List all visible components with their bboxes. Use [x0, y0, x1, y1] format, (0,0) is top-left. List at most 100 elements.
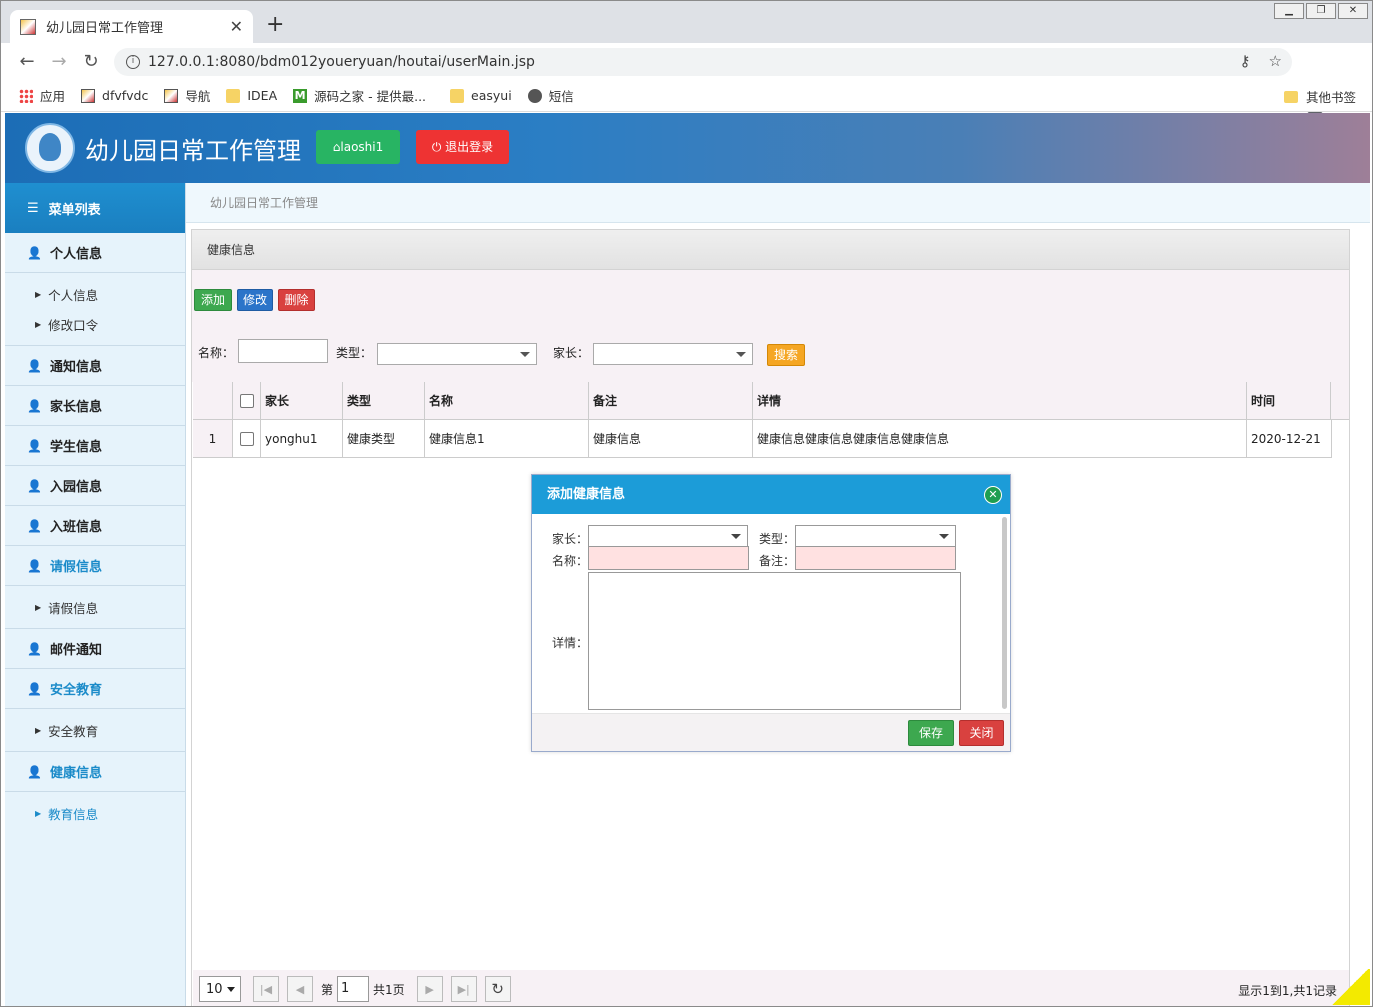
page-number-input[interactable]: 1 [337, 976, 370, 1002]
row-number: 1 [193, 420, 233, 457]
cell-parent: yonghu1 [261, 420, 343, 457]
sidebar-sublist: ▶ 安全教育 [5, 709, 185, 752]
sidebar-item-safety[interactable]: ▶ 安全教育 [5, 715, 185, 745]
sidebar-group-health[interactable]: 👤 健康信息 [5, 752, 185, 792]
close-window-icon[interactable]: ✕ [1338, 3, 1368, 19]
star-icon[interactable]: ☆ [1269, 52, 1282, 70]
sidebar-group-mail[interactable]: 👤 邮件通知 [5, 629, 185, 669]
select-all-checkbox[interactable] [239, 393, 254, 408]
last-page-icon[interactable]: ▶| [450, 976, 477, 1002]
app-header: 幼儿园日常工作管理 ⌂laoshi1 ⏻ 退出登录 [5, 113, 1370, 183]
add-button[interactable]: 添加 [194, 289, 232, 311]
sidebar-heading: ☰ 菜单列表 [5, 183, 185, 233]
sidebar-group-enroll[interactable]: 👤 入园信息 [5, 466, 185, 506]
column-header-name[interactable]: 名称 [425, 382, 589, 419]
refresh-icon[interactable]: ↻ [484, 976, 511, 1002]
sidebar-item-personal-info[interactable]: ▶ 个人信息 [5, 279, 185, 309]
sidebar-item-leave[interactable]: ▶ 请假信息 [5, 592, 185, 622]
pagination-info: 显示1到1,共1记录 [1238, 984, 1337, 998]
sidebar-sublist: ▶ 教育信息 [5, 792, 185, 834]
dialog-close-icon[interactable]: ✕ [984, 486, 1002, 504]
dialog-title-bar[interactable]: 添加健康信息 ✕ [532, 475, 1010, 514]
remark-input[interactable] [795, 546, 956, 570]
table-row[interactable]: 1 yonghu1 健康类型 健康信息1 健康信息 健康信息健康信息健康信息健康… [193, 420, 1332, 458]
power-icon: ⏻ [431, 140, 446, 154]
first-page-icon[interactable]: |◀ [253, 976, 279, 1002]
person-icon: 👤 [27, 398, 42, 413]
close-button[interactable]: 关闭 [959, 720, 1004, 746]
info-icon[interactable]: i [126, 55, 140, 69]
edit-button[interactable]: 修改 [237, 289, 273, 311]
person-icon: 👤 [27, 438, 42, 453]
row-checkbox-cell [233, 420, 261, 457]
sidebar-group-leave[interactable]: 👤 请假信息 [5, 546, 185, 586]
column-header-parent[interactable]: 家长 [261, 382, 343, 419]
name-filter-label: 名称： [198, 346, 235, 360]
back-icon[interactable]: ← [11, 51, 43, 72]
save-button[interactable]: 保存 [908, 720, 954, 746]
sidebar-group-personal[interactable]: 👤 个人信息 [5, 233, 185, 273]
column-header-time[interactable]: 时间 [1247, 382, 1331, 419]
parent-filter-label: 家长： [553, 346, 590, 360]
users-logo-icon [25, 123, 75, 173]
browser-tab[interactable]: 幼儿园日常工作管理 ✕ [10, 10, 253, 43]
sidebar-group-safety[interactable]: 👤 安全教育 [5, 669, 185, 709]
sidebar-group-students[interactable]: 👤 学生信息 [5, 426, 185, 466]
new-tab-icon[interactable]: + [266, 12, 284, 37]
sidebar-item-education[interactable]: ▶ 教育信息 [5, 798, 185, 828]
column-header-type[interactable]: 类型 [343, 382, 425, 419]
sidebar: ☰ 菜单列表 👤 个人信息 ▶ 个人信息 ▶ 修改口令 👤 通知信息 👤 家长信息 👤 学生信… [5, 183, 186, 1006]
bookmark-sms[interactable]: 短信 [527, 86, 574, 105]
bookmark-idea[interactable]: IDEA [226, 88, 277, 103]
page-total: 共1页 [373, 982, 405, 997]
prev-page-icon[interactable]: ◀ [287, 976, 313, 1002]
forward-icon[interactable]: → [43, 51, 75, 72]
resize-corner-icon [1330, 969, 1370, 1005]
bookmark-apps[interactable]: 应用 [19, 86, 65, 105]
maximize-icon[interactable]: ❐ [1306, 3, 1336, 19]
parent-select[interactable] [588, 525, 748, 547]
sidebar-group-class[interactable]: 👤 入班信息 [5, 506, 185, 546]
row-number-header [193, 382, 233, 419]
url-text[interactable]: 127.0.0.1:8080/bdm012youeryuan/houtai/us… [148, 54, 535, 70]
detail-textarea[interactable] [588, 572, 961, 710]
name-input[interactable] [588, 546, 749, 570]
cell-remark: 健康信息 [589, 420, 753, 457]
bookmark-dfvfvdc[interactable]: dfvfvdc [81, 88, 148, 103]
name-filter-input[interactable] [238, 339, 328, 363]
sidebar-item-change-password[interactable]: ▶ 修改口令 [5, 309, 185, 339]
type-filter-select[interactable] [377, 343, 537, 365]
search-button[interactable]: 搜索 [767, 344, 805, 366]
page-size-select[interactable]: 10 [199, 976, 241, 1002]
type-select[interactable] [795, 525, 956, 547]
parent-filter-select[interactable] [593, 343, 753, 365]
column-header-remark[interactable]: 备注 [589, 382, 753, 419]
url-box[interactable]: i 127.0.0.1:8080/bdm012youeryuan/houtai/… [114, 48, 1292, 76]
row-checkbox[interactable] [239, 431, 254, 446]
bookmark-source[interactable]: M 源码之家 - 提供最... [293, 86, 426, 105]
delete-button[interactable]: 删除 [278, 289, 315, 311]
caret-right-icon: ▶ [35, 725, 42, 735]
key-icon[interactable]: ⚷ [1240, 52, 1251, 70]
picture-icon [81, 88, 96, 103]
type-filter-label: 类型： [336, 346, 373, 360]
close-tab-icon[interactable]: ✕ [230, 17, 243, 36]
logout-button[interactable]: ⏻ 退出登录 [416, 130, 509, 164]
next-page-icon[interactable]: ▶ [416, 976, 443, 1002]
sidebar-group-parents[interactable]: 👤 家长信息 [5, 386, 185, 426]
pagination-bar: 10 |◀ ◀ 第 1 共1页 ▶ ▶| ↻ 显示1到1,共1记录 [193, 970, 1349, 1006]
person-icon: 👤 [27, 478, 42, 493]
sidebar-group-notice[interactable]: 👤 通知信息 [5, 346, 185, 386]
reload-icon[interactable]: ↻ [75, 51, 107, 72]
minimize-icon[interactable]: ▁ [1274, 3, 1304, 19]
caret-right-icon: ▶ [35, 808, 42, 818]
remark-label: 备注： [759, 554, 796, 568]
bookmark-easyui[interactable]: easyui [450, 88, 512, 103]
user-button[interactable]: ⌂laoshi1 [316, 130, 400, 164]
picture-icon [164, 88, 179, 103]
other-bookmarks[interactable]: 其他书签 [1283, 87, 1356, 106]
person-icon: 👤 [27, 245, 42, 260]
dialog-scrollbar[interactable] [1002, 517, 1007, 709]
bookmark-nav[interactable]: 导航 [164, 86, 210, 105]
column-header-detail[interactable]: 详情 [753, 382, 1247, 419]
